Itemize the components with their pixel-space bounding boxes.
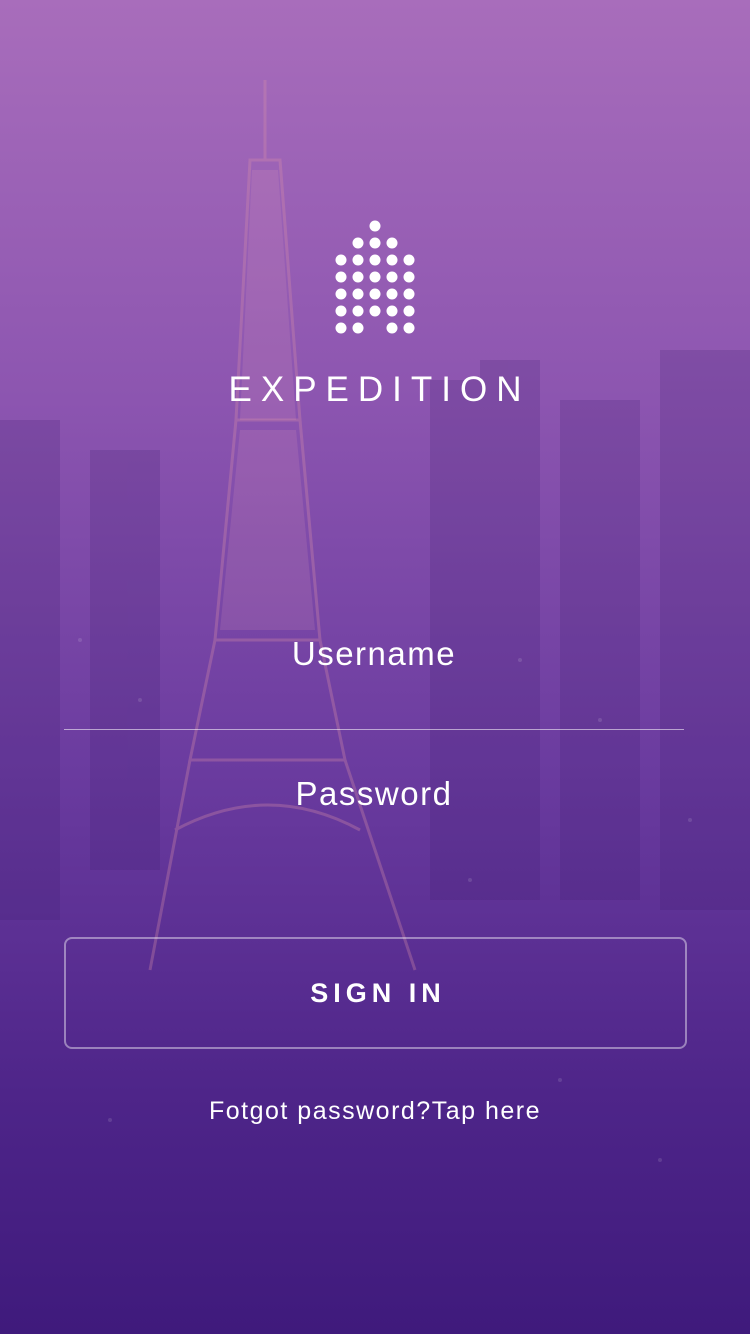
forgot-password-link[interactable]: Fotgot password?Tap here [0, 1097, 750, 1126]
field-divider [64, 729, 684, 730]
password-input[interactable] [64, 768, 684, 820]
username-input[interactable] [64, 628, 684, 680]
sign-in-button[interactable]: SIGN IN [64, 937, 687, 1049]
brand-name: EXPEDITION [228, 370, 531, 409]
dotted-arch-icon [335, 220, 415, 334]
login-screen: EXPEDITION SIGN IN Fotgot password?Tap h… [0, 0, 750, 1334]
